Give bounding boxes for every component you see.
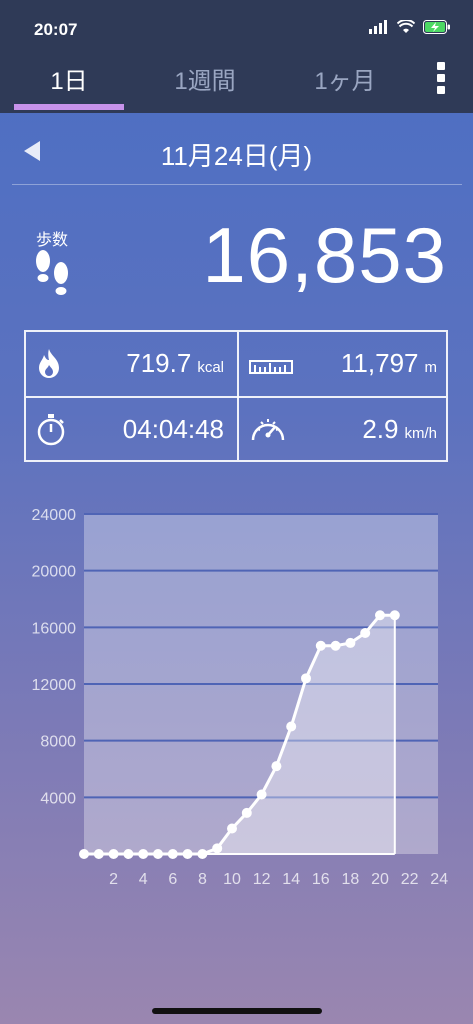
calories-value: 719.7 xyxy=(126,348,192,378)
active-tab-indicator xyxy=(14,104,124,110)
data-point xyxy=(182,849,193,859)
data-point xyxy=(301,673,311,684)
x-tick-label: 8 xyxy=(198,871,207,888)
calories-cell: 719.7 kcal xyxy=(26,332,236,396)
x-tick-label: 4 xyxy=(139,871,148,888)
metrics-grid: 719.7 kcal 11,797 m 04:04:48 2.9 km/h xyxy=(24,330,448,462)
x-tick-label: 20 xyxy=(371,871,389,888)
steps-count: 16,853 xyxy=(202,211,447,299)
status-bar: 20:07 xyxy=(0,0,473,58)
wifi-icon xyxy=(397,20,415,33)
calories-value-group: 719.7 kcal xyxy=(126,348,224,379)
x-tick-label: 2 xyxy=(109,871,118,888)
x-tick-label: 22 xyxy=(401,871,419,888)
data-point xyxy=(138,849,149,859)
x-tick-label: 12 xyxy=(253,871,271,888)
y-tick-label: 8000 xyxy=(40,734,76,751)
data-point xyxy=(271,761,282,772)
date-bar: 11月24日(月) xyxy=(0,128,473,174)
data-point xyxy=(389,610,400,621)
x-tick-label: 14 xyxy=(282,871,300,888)
home-indicator xyxy=(152,1008,322,1014)
data-point xyxy=(212,843,223,854)
flame-icon xyxy=(39,349,59,378)
data-point xyxy=(93,849,104,859)
data-point xyxy=(227,823,237,834)
y-tick-label: 24000 xyxy=(32,507,77,524)
duration-value: 04:04:48 xyxy=(122,414,224,444)
date-title: 11月24日(月) xyxy=(160,141,313,171)
data-point xyxy=(197,849,208,859)
footprints-icon xyxy=(36,250,68,295)
data-point xyxy=(286,721,297,732)
status-time: 20:07 xyxy=(34,20,78,39)
data-point xyxy=(108,849,119,859)
data-point xyxy=(375,610,385,621)
steps-label: 歩数 xyxy=(36,230,69,249)
data-point xyxy=(256,789,267,800)
x-tick-label: 18 xyxy=(342,871,360,888)
y-tick-label: 16000 xyxy=(32,620,77,637)
more-menu-icon[interactable] xyxy=(431,58,451,108)
speed-cell: 2.9 km/h xyxy=(239,398,449,462)
speedometer-icon xyxy=(251,419,285,441)
tab-day[interactable]: 1日 xyxy=(14,62,124,102)
speed-value-group: 2.9 km/h xyxy=(362,414,437,445)
data-point xyxy=(123,849,134,859)
period-tabs: 1日 1週間 1ヶ月 xyxy=(0,58,473,113)
tab-week[interactable]: 1週間 xyxy=(150,62,260,102)
distance-cell: 11,797 m xyxy=(239,332,449,396)
x-tick-label: 6 xyxy=(168,871,177,888)
data-point xyxy=(167,849,178,859)
calories-unit: kcal xyxy=(197,359,224,376)
distance-value: 11,797 xyxy=(340,348,419,378)
data-point xyxy=(153,849,163,859)
data-point xyxy=(360,628,371,638)
data-point xyxy=(345,637,356,648)
data-point xyxy=(330,640,341,651)
speed-value: 2.9 xyxy=(362,414,399,444)
data-point xyxy=(79,849,89,859)
y-tick-label: 12000 xyxy=(32,677,77,694)
steps-chart: 40008000120001600020000240002 4 6 8 10 12 14 16… xyxy=(32,507,449,888)
signal-icon xyxy=(369,20,387,34)
x-tick-label: 24 xyxy=(430,871,448,888)
status-icons xyxy=(369,20,451,34)
distance-value-group: 11,797 m xyxy=(341,348,437,379)
distance-unit: m xyxy=(424,359,438,376)
speed-unit: km/h xyxy=(404,425,437,442)
data-point xyxy=(315,640,326,651)
x-tick-label: 16 xyxy=(312,871,330,888)
y-tick-label: 20000 xyxy=(32,564,77,581)
tab-month[interactable]: 1ヶ月 xyxy=(290,62,400,102)
stopwatch-icon xyxy=(37,414,65,446)
y-tick-label: 4000 xyxy=(40,790,76,807)
duration-cell: 04:04:48 xyxy=(26,398,236,462)
x-tick-label: 10 xyxy=(223,871,241,888)
divider xyxy=(12,184,462,185)
data-point xyxy=(241,807,252,818)
battery-charging-icon xyxy=(423,20,450,34)
ruler-icon xyxy=(249,360,293,374)
